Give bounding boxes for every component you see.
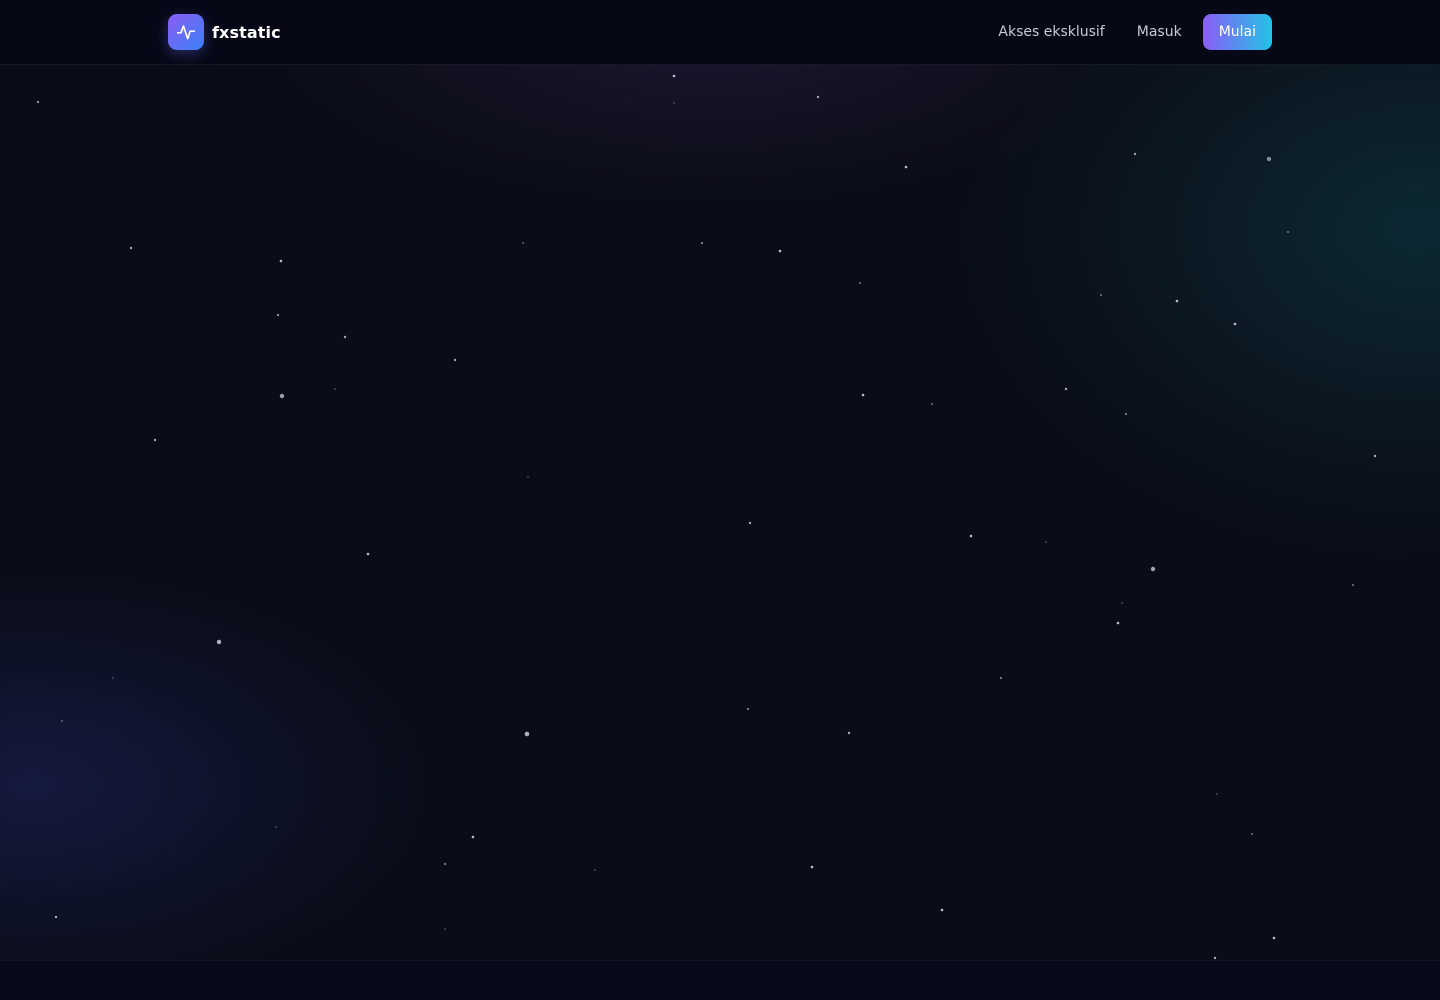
star — [366, 552, 370, 556]
star — [1266, 156, 1272, 162]
start-button[interactable]: Mulai — [1202, 14, 1272, 50]
star — [861, 393, 865, 397]
star — [1216, 793, 1218, 795]
star — [810, 865, 814, 869]
top-navbar: fxstatic Akses eksklusif Masuk Mulai — [0, 0, 1440, 65]
star — [1213, 956, 1217, 960]
brand-home-link[interactable]: fxstatic — [168, 14, 281, 50]
bottom-band — [0, 960, 1440, 1000]
star — [343, 335, 347, 339]
star — [1352, 584, 1354, 586]
star — [1175, 299, 1179, 303]
star-field — [36, 74, 1377, 960]
star — [594, 869, 596, 871]
star — [216, 639, 222, 645]
star — [859, 282, 861, 284]
star — [748, 521, 752, 525]
star — [701, 242, 703, 244]
star — [129, 246, 133, 250]
star — [275, 826, 277, 828]
star — [444, 928, 446, 930]
star — [279, 259, 283, 263]
star — [1287, 231, 1289, 233]
starfield-hero — [0, 65, 1440, 960]
brand-name: fxstatic — [212, 22, 281, 42]
star — [1233, 322, 1237, 326]
star — [443, 862, 447, 866]
star — [522, 242, 524, 244]
star — [816, 95, 820, 99]
star — [1272, 936, 1276, 940]
star — [904, 165, 908, 169]
login-link[interactable]: Masuk — [1137, 24, 1182, 40]
star — [999, 676, 1003, 680]
star — [1133, 152, 1137, 156]
star — [1100, 294, 1102, 296]
star — [1373, 454, 1377, 458]
star — [673, 102, 675, 104]
star — [471, 835, 475, 839]
star — [524, 731, 530, 737]
star — [54, 915, 58, 919]
star — [334, 388, 336, 390]
star — [1121, 602, 1123, 604]
star — [527, 476, 529, 478]
exclusive-access-link[interactable]: Akses eksklusif — [998, 24, 1104, 40]
star — [1251, 833, 1253, 835]
star — [36, 100, 40, 104]
star — [778, 249, 782, 253]
star — [1045, 541, 1047, 543]
star — [279, 393, 285, 399]
star — [153, 438, 157, 442]
star — [276, 313, 280, 317]
star — [940, 908, 944, 912]
star — [453, 358, 457, 362]
star — [672, 74, 676, 78]
main-nav: Akses eksklusif Masuk Mulai — [998, 14, 1272, 50]
star — [1124, 412, 1128, 416]
star — [1150, 566, 1156, 572]
landing-page: fxstatic Akses eksklusif Masuk Mulai — [0, 0, 1440, 1000]
star — [746, 707, 750, 711]
star — [61, 720, 63, 722]
star — [1116, 621, 1120, 625]
star — [112, 677, 114, 679]
pulse-icon — [168, 14, 204, 50]
star — [969, 534, 973, 538]
star — [847, 731, 851, 735]
star — [1064, 387, 1068, 391]
star — [931, 403, 933, 405]
